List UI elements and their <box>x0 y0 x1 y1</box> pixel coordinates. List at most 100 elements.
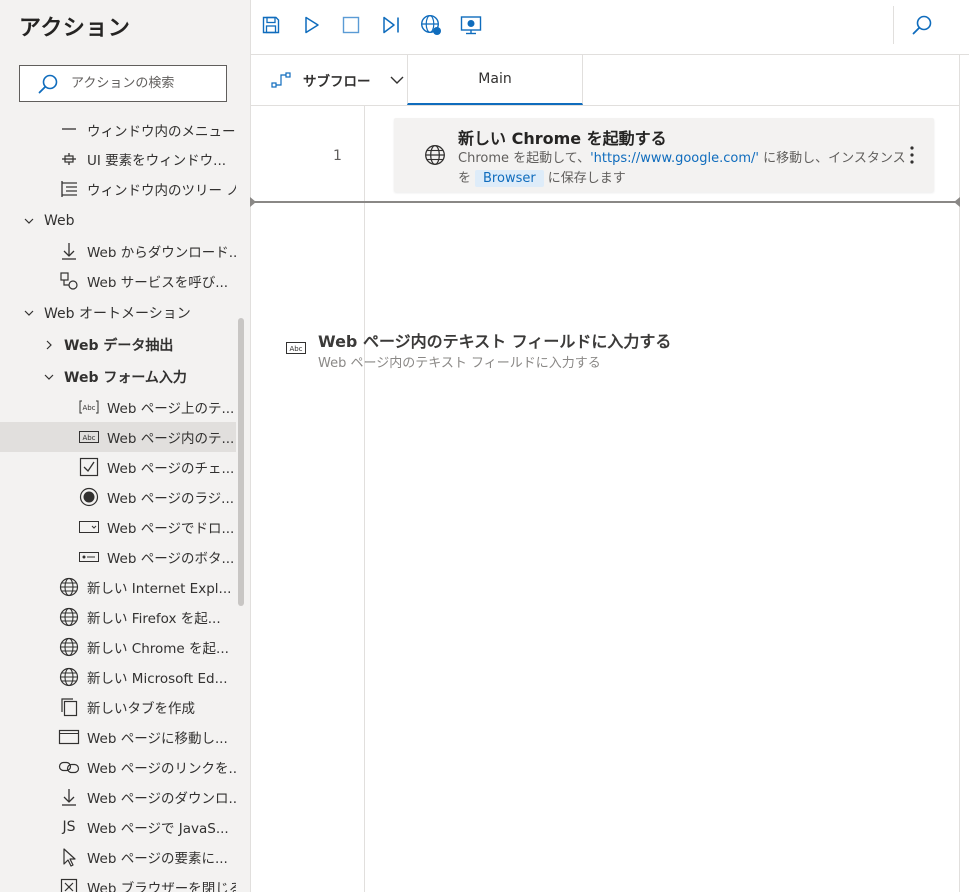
action-item-populate-text-field[interactable]: Abc Web ページ内のテ... <box>0 422 236 452</box>
action-item-label: Web ページのリンクを... <box>87 761 236 777</box>
svg-text:Abc: Abc <box>289 345 302 353</box>
action-item-label: UI 要素をウィンドウ... <box>87 153 227 169</box>
flow-canvas[interactable]: 1 新しい Chrome を起動する Chrome を起動して、'https:/… <box>250 106 960 892</box>
search-button[interactable] <box>909 12 935 38</box>
new-tab-icon <box>57 695 81 719</box>
pane-border <box>959 54 960 892</box>
save-button[interactable] <box>258 12 284 38</box>
action-item-label: Web ページのチェ... <box>107 461 235 477</box>
action-item-click-download-link[interactable]: Web ページのダウンロ... <box>0 782 236 812</box>
action-item-checkbox[interactable]: Web ページのチェ... <box>0 452 236 482</box>
action-item-button[interactable]: Web ページのボタ... <box>0 542 236 572</box>
step-button[interactable] <box>378 12 404 38</box>
checkbox-icon <box>77 455 101 479</box>
action-search-input[interactable] <box>69 75 223 92</box>
chevron-down-icon <box>22 214 36 228</box>
svg-text:Abc: Abc <box>82 434 95 442</box>
action-item-go-to-web-page[interactable]: Web ページに移動し... <box>0 722 236 752</box>
group-web-form-fill[interactable]: Web フォーム入力 <box>0 362 236 392</box>
group-label: Web オートメーション <box>44 306 191 322</box>
drop-indicator <box>250 197 960 207</box>
line-number-gutter-divider <box>364 106 365 892</box>
download-icon <box>57 785 81 809</box>
flow-action-launch-chrome[interactable]: 新しい Chrome を起動する Chrome を起動して、'https://w… <box>394 118 934 192</box>
action-item-label: 新しい Microsoft Ed... <box>87 671 228 687</box>
action-item-launch-edge[interactable]: 新しい Microsoft Ed... <box>0 662 236 692</box>
chevron-down-icon <box>22 306 36 320</box>
dragged-action-description: Web ページ内のテキスト フィールドに入力する <box>318 356 601 371</box>
action-item-label: 新しいタブを作成 <box>87 701 195 717</box>
step-icon <box>383 16 399 34</box>
subflow-dropdown[interactable]: サブフロー <box>251 55 406 105</box>
action-item-ui-element-window[interactable]: UI 要素をウィンドウ... <box>0 144 236 174</box>
action-item-new-tab[interactable]: 新しいタブを作成 <box>0 692 236 722</box>
action-item-download-from-web[interactable]: Web からダウンロード... <box>0 236 236 266</box>
desktop-recorder-icon <box>460 16 482 35</box>
download-icon <box>57 239 81 263</box>
variable-badge[interactable]: Browser <box>475 170 544 187</box>
action-item-label: 新しい Firefox を起... <box>87 611 221 627</box>
action-item-run-javascript[interactable]: JS Web ページで JavaS... <box>0 812 236 842</box>
action-item-dropdown[interactable]: Web ページでドロ... <box>0 512 236 542</box>
svg-text:Abc: Abc <box>82 404 95 412</box>
designer-toolbar <box>251 0 969 55</box>
chevron-down-icon <box>42 370 56 384</box>
action-item-close-browser[interactable]: Web ブラウザーを閉じる <box>0 872 236 892</box>
action-title: 新しい Chrome を起動する <box>458 129 667 148</box>
action-item-launch-ie[interactable]: 新しい Internet Expl... <box>0 572 236 602</box>
action-item-label: Web ページの要素に... <box>87 851 228 867</box>
web-recorder-button[interactable] <box>418 12 444 38</box>
action-description: Chrome を起動して、'https://www.google.com/' に… <box>458 149 908 189</box>
actions-pane: アクション ウィンドウ内のメニュー... UI 要素をウィンドウ... ウィンド… <box>0 0 251 892</box>
save-icon <box>262 16 280 34</box>
action-item-radio[interactable]: Web ページのラジ... <box>0 482 236 512</box>
sidebar-scrollbar[interactable] <box>238 318 244 606</box>
description-text: Chrome を起動して、 <box>458 151 591 166</box>
cursor-icon <box>57 845 81 869</box>
web-recorder-icon <box>420 14 441 35</box>
flow-tabs: サブフロー Main <box>251 55 960 106</box>
action-item-label: Web ページ上のテ... <box>107 401 235 417</box>
action-item-launch-chrome[interactable]: 新しい Chrome を起... <box>0 632 236 662</box>
action-item-focus-text-field[interactable]: Abc Web ページ上のテ... <box>0 392 236 422</box>
globe-icon <box>57 605 81 629</box>
action-item-label: Web ブラウザーを閉じる <box>87 881 236 892</box>
group-web-automation[interactable]: Web オートメーション <box>0 298 236 328</box>
action-tree: ウィンドウ内のメニュー... UI 要素をウィンドウ... ウィンドウ内のツリー… <box>0 116 236 892</box>
dragged-action-title: Web ページ内のテキスト フィールドに入力する <box>318 332 672 351</box>
more-options-button[interactable] <box>905 142 919 168</box>
group-label: Web データ抽出 <box>64 338 174 354</box>
element-icon <box>57 147 81 171</box>
action-item-click-link[interactable]: Web ページのリンクを... <box>0 752 236 782</box>
radio-icon <box>77 485 101 509</box>
run-button[interactable] <box>298 12 324 38</box>
description-text: に保存します <box>547 171 626 186</box>
search-icon <box>38 74 58 93</box>
subflow-label: サブフロー <box>303 74 371 90</box>
action-item-label: Web ページのボタ... <box>107 551 235 567</box>
action-item-launch-firefox[interactable]: 新しい Firefox を起... <box>0 602 236 632</box>
tab-main[interactable]: Main <box>407 55 583 105</box>
group-web-data-extraction[interactable]: Web データ抽出 <box>0 330 236 360</box>
action-item-label: Web サービスを呼び... <box>87 275 229 291</box>
action-item-window-menu[interactable]: ウィンドウ内のメニュー... <box>0 116 236 145</box>
action-item-web-service[interactable]: Web サービスを呼び... <box>0 266 236 296</box>
window-icon <box>57 725 81 749</box>
desktop-recorder-button[interactable] <box>458 12 484 38</box>
textbox-icon: Abc <box>285 340 307 360</box>
subflow-icon <box>271 71 291 89</box>
action-item-label: Web からダウンロード... <box>87 245 236 261</box>
stop-button[interactable] <box>338 12 364 38</box>
action-item-tree-node[interactable]: ウィンドウ内のツリー ノ... <box>0 174 236 204</box>
action-item-label: ウィンドウ内のツリー ノ... <box>87 183 236 199</box>
action-item-label: Web ページのラジ... <box>107 491 235 507</box>
close-box-icon <box>57 875 81 892</box>
chevron-right-icon <box>42 338 56 352</box>
stop-icon <box>342 16 360 34</box>
action-item-hover-element[interactable]: Web ページの要素に... <box>0 842 236 872</box>
more-vertical-icon <box>910 146 914 164</box>
group-web[interactable]: Web <box>0 206 236 236</box>
tree-icon <box>57 177 81 201</box>
toolbar-divider <box>893 6 894 44</box>
action-search-box[interactable] <box>19 65 227 102</box>
